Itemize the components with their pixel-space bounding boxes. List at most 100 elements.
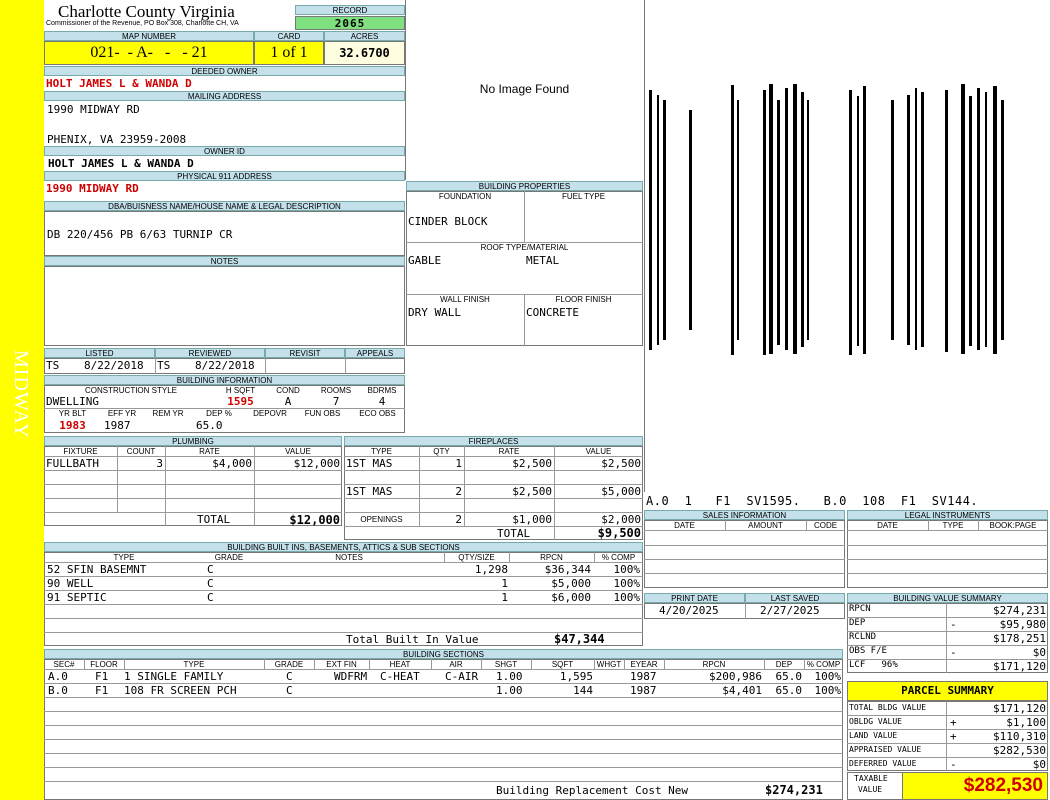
hsqft-value: 1595 <box>227 395 254 408</box>
taxable-label-2: VALUE <box>858 785 883 794</box>
reviewed-date: 8/22/2018 <box>195 359 255 372</box>
cond-value: A <box>284 395 292 408</box>
cond-label: COND <box>276 386 300 395</box>
fireplace-rate: $2,500 <box>512 457 552 470</box>
sections-col-sqft: SQFT <box>551 660 574 669</box>
construction-style-label: CONSTRUCTION STYLE <box>84 386 177 395</box>
sections-col-dep: DEP <box>775 660 793 669</box>
fireplace-qty: 2 <box>455 485 462 498</box>
plumbing-label: PLUMBING <box>44 436 342 446</box>
section-sec: B.0 <box>48 684 68 697</box>
summary-rpcn-label: RPCN <box>849 604 871 614</box>
builtin-qty: 1 <box>501 591 508 604</box>
sales-col-amount: AMOUNT <box>748 521 783 530</box>
fireplace-qty: 1 <box>455 457 462 470</box>
revisit-label: REVISIT <box>265 348 345 358</box>
sections-col-eyear: EYEAR <box>630 660 658 669</box>
sections-col-air: AIR <box>449 660 463 669</box>
sections-col-extfin: EXT FIN <box>326 660 357 669</box>
legal-col-type: TYPE <box>942 521 964 530</box>
physical-address-label: PHYSICAL 911 ADDRESS <box>44 171 405 181</box>
rooms-label: ROOMS <box>320 386 352 395</box>
builtins-col-comp: % COMP <box>601 553 636 562</box>
notes-label: NOTES <box>44 256 405 266</box>
fireplace-value: $5,000 <box>601 485 641 498</box>
mailing-line-2: PHENIX, VA 23959-2008 <box>47 133 187 146</box>
fireplaces-label: FIREPLACES <box>344 436 643 446</box>
section-heat: C-HEAT <box>380 670 420 683</box>
openings-value: $2,000 <box>601 513 641 526</box>
foundation-label: FOUNDATION <box>438 192 492 201</box>
reviewed-by: TS <box>157 359 171 372</box>
listed-by: TS <box>46 359 60 372</box>
floor-finish: CONCRETE <box>526 306 579 319</box>
no-image-text: No Image Found <box>479 82 570 96</box>
bdrms-value: 4 <box>378 395 386 408</box>
fireplaces-total-label: TOTAL <box>497 527 531 540</box>
fireplace-type: 1ST MAS <box>346 485 393 498</box>
sidebar-label: MIDWAY <box>10 350 32 439</box>
acres-label: ACRES <box>324 31 405 41</box>
appeals-label: APPEALS <box>345 348 405 358</box>
builtin-grade: C <box>207 591 214 604</box>
total-bldg-label: TOTAL BLDG VALUE <box>849 703 927 712</box>
sales-info-label: SALES INFORMATION <box>644 510 845 520</box>
building-info-label: BUILDING INFORMATION <box>44 375 405 385</box>
section-floor: F1 <box>95 684 109 697</box>
owner-id: HOLT JAMES L & WANDA D <box>48 157 194 170</box>
barcode-caption: A.0 1 F1 SV1595. B.0 108 F1 SV144. <box>646 494 979 508</box>
roof-type: GABLE <box>408 254 442 267</box>
builtin-qty: 1 <box>501 577 508 590</box>
sections-col-rpcn: RPCN <box>702 660 726 669</box>
legal-col-bookpage: BOOK:PAGE <box>989 521 1037 530</box>
construction-style: DWELLING <box>46 395 99 408</box>
builtins-label: BUILDING BUILT INS, BASEMENTS, ATTICS & … <box>44 542 643 552</box>
yrblt-value: 1983 <box>59 419 86 432</box>
print-date: 4/20/2025 <box>659 604 719 617</box>
replacement-cost: $274,231 <box>765 783 823 797</box>
section-rpcn: $200,986 <box>709 670 762 683</box>
summary-dep-label: DEP <box>849 618 866 628</box>
effyr-label: EFF YR <box>107 409 137 418</box>
section-air: C-AIR <box>445 670 479 683</box>
section-dep: 65.0 <box>775 670 803 683</box>
map-number: 021- - A- - - 21 <box>44 41 254 65</box>
roof-material: METAL <box>526 254 560 267</box>
record-value: 2065 <box>295 16 405 30</box>
sales-col-date: DATE <box>674 521 695 530</box>
builtin-comp: 100% <box>613 591 641 604</box>
builtins-total-label: Total Built In Value <box>346 633 479 646</box>
sections-col-heat: HEAT <box>389 660 411 669</box>
acres-value: 32.6700 <box>324 41 405 65</box>
last-saved-label: LAST SAVED <box>745 593 845 603</box>
deeded-owner: HOLT JAMES L & WANDA D <box>46 77 192 90</box>
map-number-label: MAP NUMBER <box>44 31 254 41</box>
plumbing-count: 3 <box>156 457 163 470</box>
plumbing-total-label: TOTAL <box>197 513 231 526</box>
builtin-comp: 100% <box>613 563 641 576</box>
section-rpcn: $4,401 <box>722 684 762 697</box>
effyr-value: 1987 <box>104 419 131 432</box>
builtin-type: 90 WELL <box>47 577 94 590</box>
rooms-value: 7 <box>332 395 340 408</box>
reviewed-label: REVIEWED <box>155 348 265 358</box>
section-sqft: 1,595 <box>559 670 593 683</box>
legal-col-date: DATE <box>877 521 898 530</box>
section-shgt: 1.00 <box>496 684 523 697</box>
mailing-address-label: MAILING ADDRESS <box>44 91 405 101</box>
builtin-type: 52 SFIN BASEMNT <box>47 563 147 576</box>
county-subtitle: Commissioner of the Revenue, PO Box 308,… <box>46 20 239 27</box>
building-sections-label: BUILDING SECTIONS <box>44 649 843 659</box>
section-eyear: 1987 <box>630 670 657 683</box>
obldg-label: OBLDG VALUE <box>849 717 902 726</box>
builtins-col-grade: GRADE <box>214 553 244 562</box>
bdrms-label: BDRMS <box>367 386 397 395</box>
openings-label: OPENINGS <box>360 515 403 524</box>
legal-desc-text: DB 220/456 PB 6/63 TURNIP CR <box>47 228 233 241</box>
builtin-comp: 100% <box>613 577 641 590</box>
builtin-type: 91 SEPTIC <box>47 591 107 604</box>
parcel-summary-title: PARCEL SUMMARY <box>847 681 1048 701</box>
builtin-grade: C <box>207 563 214 576</box>
funobs-label: FUN OBS <box>304 409 341 418</box>
ecoobs-label: ECO OBS <box>359 409 396 418</box>
